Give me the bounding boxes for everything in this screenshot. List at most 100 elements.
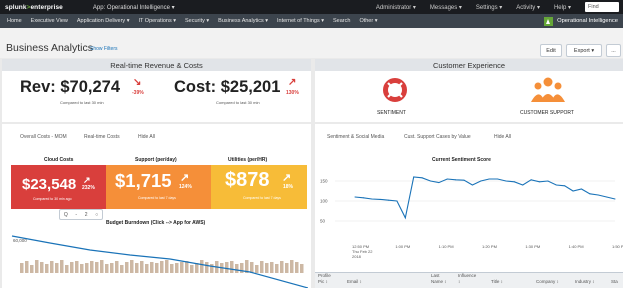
zoom-search-icon[interactable]: Q: [64, 212, 68, 218]
burndown-bar: [45, 264, 49, 273]
utilities-heading: Utilities (per/HR): [228, 157, 268, 163]
burndown-bar: [20, 263, 24, 273]
sentiment-chart-title: Current Sentiment Score: [432, 157, 491, 163]
arrow-up-right-icon: ↗: [282, 172, 292, 184]
nav-internet-of-things[interactable]: Internet of Things ▾: [277, 18, 324, 24]
burndown-bar: [150, 262, 154, 273]
app-brand: Operational Intelligence: [539, 14, 623, 28]
nav-it-operations[interactable]: IT Operations ▾: [138, 18, 176, 24]
reset-icon[interactable]: ○: [95, 212, 98, 218]
burndown-bar: [170, 264, 174, 273]
sentiment-point: [446, 178, 448, 180]
cloud-costs-tile[interactable]: $23,548 ↗ 232% Compared to 30 min ago: [11, 165, 106, 209]
arrow-down-right-icon: ↘: [133, 77, 142, 88]
burndown-bar: [300, 264, 304, 273]
utilities-compare: Compared to last 7 days: [243, 196, 281, 200]
zoom-out-icon[interactable]: -: [75, 212, 77, 218]
burndown-bar: [275, 264, 279, 273]
sentiment-point: [379, 198, 381, 200]
zoom-level[interactable]: 2: [85, 212, 88, 218]
tab-hide-all-right[interactable]: Hide All: [494, 134, 511, 140]
burndown-bar: [175, 263, 179, 273]
sentiment-point: [480, 180, 482, 182]
sentiment-point: [362, 197, 364, 199]
sentiment-point: [564, 185, 566, 187]
burndown-bar: [155, 263, 159, 273]
burndown-bar: [25, 261, 29, 273]
revenue-costs-panel: Real-time Revenue & Costs Rev: $70,274 ↘…: [2, 59, 311, 122]
sentiment-point: [513, 181, 515, 183]
col-title[interactable]: Title ↕: [491, 279, 503, 285]
find-input[interactable]: Find: [585, 2, 619, 12]
burndown-bar: [100, 260, 104, 273]
splunk-logo[interactable]: splunk>enterprise: [5, 4, 63, 11]
sentiment-point: [597, 194, 599, 196]
sentiment-point: [371, 198, 373, 200]
burndown-bar: [165, 260, 169, 273]
administrator-menu[interactable]: Administrator ▾: [376, 4, 416, 11]
sentiment-point: [438, 182, 440, 184]
burndown-bar: [140, 261, 144, 273]
col-influence[interactable]: Influence ↕: [458, 273, 476, 285]
tab-cust-support-cases[interactable]: Cust. Support Cases by Value: [404, 134, 471, 140]
top-bar: splunk>enterprise App: Operational Intel…: [0, 0, 623, 14]
col-company[interactable]: Company ↕: [536, 279, 559, 285]
col-industry[interactable]: Industry ↕: [575, 279, 595, 285]
export-button[interactable]: Export ▾: [566, 44, 602, 57]
tab-overall-costs[interactable]: Overall Costs - MOM: [20, 134, 67, 140]
cloud-costs-delta: 232%: [82, 185, 95, 191]
burndown-bar: [190, 265, 194, 273]
burndown-bar: [50, 261, 54, 273]
tab-realtime-costs[interactable]: Real-time Costs: [84, 134, 120, 140]
x-tick-label: 1:00 PM: [395, 244, 410, 249]
burndown-bar: [65, 265, 69, 273]
burndown-bar: [110, 263, 114, 273]
utilities-value: $878: [225, 169, 270, 191]
burndown-bar: [295, 262, 299, 273]
help-menu[interactable]: Help ▾: [554, 4, 571, 11]
app-selector[interactable]: App: Operational Intelligence ▾: [93, 4, 175, 11]
customer-support-label: CUSTOMER SUPPORT: [520, 110, 574, 116]
settings-menu[interactable]: Settings ▾: [476, 4, 502, 11]
sentiment-point: [429, 180, 431, 182]
sentiment-point: [606, 196, 608, 198]
nav-other[interactable]: Other ▾: [359, 18, 377, 24]
nav-security[interactable]: Security ▾: [185, 18, 209, 24]
burndown-bar: [70, 262, 74, 273]
x-tick-label: 1:50 PM: [612, 244, 623, 249]
burndown-bar: [205, 262, 209, 273]
tab-hide-all[interactable]: Hide All: [138, 134, 155, 140]
edit-button[interactable]: Edit: [540, 44, 562, 57]
utilities-tile[interactable]: $878 ↗ 18% Compared to last 7 days: [211, 165, 307, 209]
nav-application-delivery[interactable]: Application Delivery ▾: [77, 18, 130, 24]
arrow-up-right-icon: ↗: [180, 172, 190, 184]
support-tile[interactable]: $1,715 ↗ 124% Compared to last 7 days: [106, 165, 211, 209]
tab-sentiment-social[interactable]: Sentiment & Social Media: [327, 134, 384, 140]
sentiment-point: [497, 178, 499, 180]
chart-zoom-controls: Q - 2 ○: [59, 209, 103, 220]
users-icon[interactable]: [531, 76, 565, 103]
nav-executive-view[interactable]: Executive View: [31, 18, 68, 24]
burndown-bar: [55, 263, 59, 273]
col-status[interactable]: Sta: [611, 279, 618, 285]
col-profile-pic[interactable]: Profile Pic ↕: [318, 273, 331, 285]
x-tick-label: 1:30 PM: [525, 244, 540, 249]
activity-menu[interactable]: Activity ▾: [516, 4, 540, 11]
panel-title: Real-time Revenue & Costs: [2, 59, 311, 71]
burndown-bar: [95, 262, 99, 273]
messages-menu[interactable]: Messages ▾: [430, 4, 462, 11]
lifebuoy-icon[interactable]: [382, 77, 408, 103]
y-tick-label: 150: [320, 179, 328, 184]
cost-value: Cost: $25,201: [174, 78, 281, 96]
col-last-name[interactable]: Last Name ↕: [431, 273, 447, 285]
more-button[interactable]: ...: [606, 44, 621, 57]
app-nav-bar: Home Executive View Application Delivery…: [0, 14, 623, 28]
nav-search[interactable]: Search: [333, 18, 350, 24]
nav-business-analytics[interactable]: Business Analytics ▾: [218, 18, 268, 24]
sentiment-point: [539, 181, 541, 183]
nav-home[interactable]: Home: [7, 18, 22, 24]
col-email[interactable]: Email ↕: [347, 279, 362, 285]
burndown-bar: [75, 261, 79, 273]
sentiment-point: [413, 176, 415, 178]
show-filters-link[interactable]: Show Filters: [90, 46, 118, 52]
